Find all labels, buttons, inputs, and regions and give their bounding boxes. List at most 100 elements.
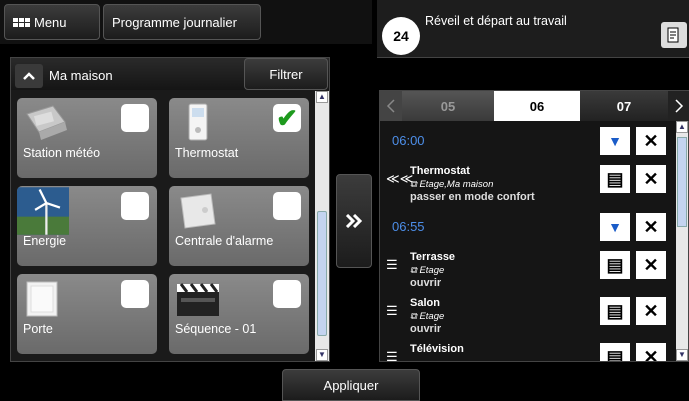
tab-day-next[interactable]: 07: [580, 91, 668, 121]
device-tile-alarm[interactable]: Centrale d'alarme: [169, 186, 309, 266]
edit-note-icon: ▤: [606, 168, 624, 189]
delete-button[interactable]: ✕: [636, 251, 666, 279]
close-icon: ✕: [643, 168, 659, 189]
device-label: Séquence - 01: [175, 322, 257, 336]
event-time: 06:00: [392, 133, 425, 148]
tab-day-prev[interactable]: 05: [402, 91, 494, 121]
schedule-panel: 05 06 07 06:00 ▼ ✕ ≪≪ Thermostat ⧉ Etage…: [379, 90, 689, 362]
edit-note-icon: ▤: [606, 254, 624, 275]
device-tile-weather-station[interactable]: Station météo: [17, 98, 157, 178]
event-action: passer en mode confort: [410, 191, 535, 203]
edit-event-button[interactable]: ▤: [600, 251, 630, 279]
next-day-arrow-icon[interactable]: [668, 91, 689, 121]
event-action: ouvrir: [410, 277, 442, 289]
filter-label: Filtrer: [269, 66, 303, 82]
close-icon: ✕: [643, 130, 659, 151]
scroll-thumb[interactable]: [677, 137, 687, 227]
thermostat-icon: [188, 103, 208, 141]
device-tile-door[interactable]: Porte: [17, 274, 157, 354]
device-label: Porte: [23, 322, 53, 336]
apply-button[interactable]: Appliquer: [282, 369, 420, 401]
event-device: Télévision: [410, 343, 464, 355]
grid-menu-icon: [13, 17, 30, 27]
edit-note-icon: ▤: [606, 346, 624, 362]
device-tile-energy[interactable]: Energie: [17, 186, 157, 266]
prev-day-arrow-icon[interactable]: [380, 91, 402, 121]
scenario-header: 24 Réveil et départ au travail: [377, 0, 689, 58]
triangle-down-icon: ▼: [608, 219, 622, 235]
device-checkbox[interactable]: [273, 192, 301, 220]
double-chevron-right-icon: [345, 214, 363, 228]
wind-turbine-icon: [17, 187, 69, 235]
add-to-program-button[interactable]: [336, 174, 372, 268]
device-tile-sequence[interactable]: Séquence - 01: [169, 274, 309, 354]
schedule-scrollbar[interactable]: ▲ ▼: [676, 121, 688, 361]
delete-button[interactable]: ✕: [636, 297, 666, 325]
menu-button[interactable]: Menu: [4, 4, 100, 40]
edit-note-icon: ▤: [606, 300, 624, 321]
scroll-up-arrow-icon[interactable]: ▲: [316, 91, 328, 103]
day-tabs: 05 06 07: [380, 91, 689, 121]
scroll-down-arrow-icon[interactable]: ▼: [316, 349, 328, 361]
event-action: ouvrir: [410, 323, 442, 335]
event-device: Thermostat: [410, 165, 470, 177]
close-icon: ✕: [643, 216, 659, 237]
delete-button[interactable]: ✕: [636, 165, 666, 193]
scroll-down-arrow-icon[interactable]: ▼: [676, 349, 688, 361]
device-checkbox[interactable]: [273, 280, 301, 308]
delete-button[interactable]: ✕: [636, 213, 666, 241]
event-list: 06:00 ▼ ✕ ≪≪ Thermostat ⧉ Etage,Ma maiso…: [380, 121, 676, 361]
close-icon: ✕: [643, 300, 659, 321]
device-checkbox[interactable]: [121, 280, 149, 308]
device-label: Energie: [23, 234, 67, 248]
edit-scenario-button[interactable]: [661, 22, 687, 48]
collapse-button[interactable]: [15, 64, 43, 88]
shutter-icon: ☰: [386, 349, 398, 361]
device-label: Station météo: [23, 146, 101, 160]
top-bar: Menu Programme journalier: [0, 0, 372, 44]
filter-button[interactable]: Filtrer: [244, 58, 328, 90]
daily-program-button[interactable]: Programme journalier: [103, 4, 261, 40]
scroll-up-arrow-icon[interactable]: ▲: [676, 121, 688, 133]
clapperboard-icon: [177, 283, 219, 316]
device-panel: Ma maison Filtrer Station météo ✔ Thermo…: [10, 57, 330, 362]
device-tile-thermostat[interactable]: ✔ Thermostat: [169, 98, 309, 178]
chevron-up-icon: [23, 72, 35, 80]
device-scrollbar[interactable]: ▲ ▼: [315, 91, 329, 361]
event-location: ⧉ Etage,Ma maison: [410, 179, 494, 190]
delete-button[interactable]: ✕: [636, 343, 666, 361]
shutter-icon: ☰: [386, 257, 398, 272]
edit-event-button[interactable]: ▤: [600, 297, 630, 325]
scroll-thumb[interactable]: [317, 211, 327, 336]
menu-label: Menu: [34, 14, 67, 30]
device-checkbox[interactable]: ✔: [273, 103, 301, 133]
edit-event-button[interactable]: ▤: [600, 165, 630, 193]
device-label: Centrale d'alarme: [175, 234, 274, 248]
close-icon: ✕: [643, 346, 659, 362]
edit-event-button[interactable]: ▤: [600, 343, 630, 361]
triangle-down-icon: ▼: [608, 133, 622, 149]
daily-program-label: Programme journalier: [112, 14, 237, 30]
close-icon: ✕: [643, 254, 659, 275]
home-title: Ma maison: [49, 68, 113, 83]
door-icon: [26, 281, 58, 317]
device-checkbox[interactable]: [121, 104, 149, 132]
tab-day-current[interactable]: 06: [494, 91, 580, 121]
alarm-panel-icon: [180, 193, 216, 229]
apply-label: Appliquer: [323, 377, 379, 393]
delete-button[interactable]: ✕: [636, 127, 666, 155]
expand-button[interactable]: ▼: [600, 213, 630, 241]
event-location: ⧉ Etage: [410, 265, 445, 276]
device-grid: Station météo ✔ Thermostat Energie Centr…: [17, 98, 314, 360]
device-panel-header: Ma maison Filtrer: [11, 58, 329, 90]
heating-icon: ≪≪: [386, 171, 414, 186]
device-checkbox[interactable]: [121, 192, 149, 220]
event-time: 06:55: [392, 219, 425, 234]
event-device: Salon: [410, 297, 440, 309]
weather-station-icon: [26, 105, 67, 140]
device-label: Thermostat: [175, 146, 239, 160]
clock-24h-badge: 24: [382, 17, 420, 55]
event-device: Terrasse: [410, 251, 456, 263]
expand-button[interactable]: ▼: [600, 127, 630, 155]
edit-note-icon: [667, 27, 679, 43]
